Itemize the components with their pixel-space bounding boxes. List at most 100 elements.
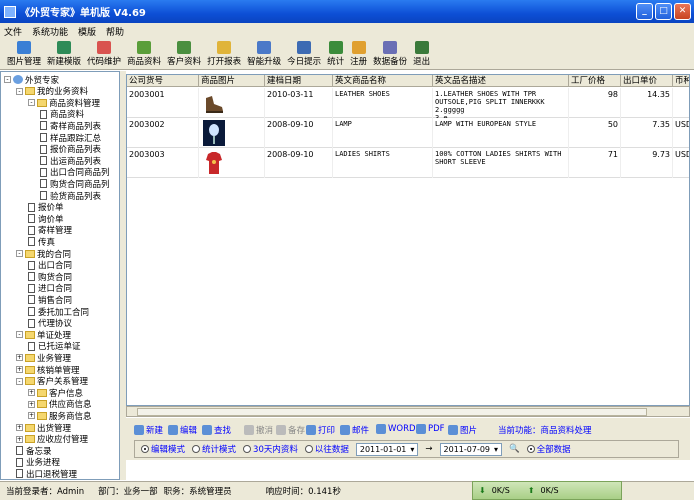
- print-button[interactable]: 打印: [306, 424, 335, 436]
- tree-item[interactable]: + 出货管理: [16, 422, 71, 434]
- tree-item[interactable]: + 服务商信息: [28, 410, 92, 422]
- tree-item[interactable]: 出口合同商品列: [40, 167, 110, 178]
- tree-item[interactable]: 备忘录: [16, 445, 52, 457]
- tree-item[interactable]: 寄样管理: [28, 225, 72, 236]
- table-row[interactable]: 2003001 2010-03-11 LEATHER SHOES 1.LEATHER …: [127, 88, 689, 118]
- table-row[interactable]: 2003002 2008-09-10 LAMP LAMP WITH EUROPEAN …: [127, 118, 689, 148]
- expand-icon[interactable]: +: [16, 435, 23, 443]
- tree-item[interactable]: 出口合同: [28, 260, 72, 271]
- toolbar-button-code-maintain[interactable]: 代码维护: [84, 39, 124, 69]
- toolbar-button-customer-data[interactable]: 客户资料: [164, 39, 204, 69]
- tree-item[interactable]: 销售合同: [28, 294, 72, 306]
- toolbar-button-backup[interactable]: 数据备份: [370, 39, 410, 69]
- expand-icon[interactable]: +: [16, 354, 23, 362]
- tree-item[interactable]: 购货合同商品列: [40, 178, 110, 190]
- expand-icon[interactable]: +: [28, 389, 35, 397]
- toolbar-button-exit[interactable]: 退出: [410, 39, 433, 69]
- new-button[interactable]: 新建: [134, 424, 163, 436]
- all-data-radio[interactable]: 全部数据: [526, 443, 571, 455]
- register-icon: [351, 41, 366, 54]
- horizontal-scrollbar[interactable]: [126, 406, 690, 417]
- tree-item[interactable]: 报价商品列表: [40, 144, 101, 155]
- tree-item[interactable]: + 应收应付管理: [16, 434, 88, 445]
- edit-button[interactable]: 编辑: [168, 424, 197, 436]
- column-header[interactable]: 币种: [673, 75, 689, 87]
- tree-item[interactable]: 购货合同: [28, 271, 72, 283]
- collapse-icon[interactable]: -: [4, 76, 11, 83]
- tree-item[interactable]: - 我的业务资料: [16, 86, 88, 97]
- minimize-button[interactable]: _: [636, 3, 653, 20]
- maximize-button[interactable]: □: [655, 3, 672, 20]
- menu-help[interactable]: 帮助: [106, 25, 124, 38]
- tree-item[interactable]: - 单证处理: [16, 329, 71, 341]
- column-header[interactable]: 英文商品名称: [333, 75, 433, 87]
- menu-system[interactable]: 系统功能: [32, 25, 68, 38]
- collapse-icon[interactable]: -: [16, 377, 23, 385]
- column-header[interactable]: 公司货号: [127, 75, 199, 87]
- tree-item[interactable]: + 核销单管理: [16, 364, 80, 376]
- toolbar-button-open-report[interactable]: 打开报表: [204, 39, 244, 69]
- column-header[interactable]: 出口单价: [621, 75, 673, 87]
- column-header[interactable]: 英文品名描述: [433, 75, 569, 87]
- toolbar-button-upgrade[interactable]: 智能升级: [244, 39, 284, 69]
- tree-item[interactable]: 报价单: [28, 202, 64, 213]
- expand-icon[interactable]: +: [28, 412, 35, 420]
- tree-item[interactable]: + 客户信息: [28, 387, 83, 399]
- tree-item[interactable]: 委托加工合同: [28, 306, 89, 318]
- tree-item[interactable]: 询价单: [28, 213, 64, 225]
- toolbar-button-register[interactable]: 注册: [347, 39, 370, 69]
- toolbar-button-image-manage[interactable]: 图片管理: [4, 39, 44, 69]
- toolbar-button-product-data[interactable]: 商品资料: [124, 39, 164, 69]
- column-header[interactable]: 工厂价格: [569, 75, 621, 87]
- recent30-radio[interactable]: 30天内资料: [243, 443, 298, 455]
- toolbar-button-today-tip[interactable]: 今日提示: [284, 39, 324, 69]
- word-button[interactable]: WORD: [376, 424, 416, 434]
- tree-item[interactable]: 样品跟踪汇总: [40, 132, 101, 144]
- column-header[interactable]: 商品图片: [199, 75, 265, 87]
- tree-item[interactable]: 验货商品列表: [40, 190, 101, 202]
- undo-button[interactable]: 撤消: [244, 424, 273, 436]
- tree-item[interactable]: - 客户关系管理: [16, 376, 88, 387]
- tree-item[interactable]: 业务进程: [16, 457, 60, 468]
- stats-mode-radio[interactable]: 统计模式: [192, 443, 236, 455]
- save-button[interactable]: 备存: [276, 424, 305, 436]
- tree-item[interactable]: + 供应商信息: [28, 399, 92, 410]
- tree-item[interactable]: 进口合同: [28, 283, 72, 294]
- date-from-picker[interactable]: 2011-01-01 ▾: [355, 442, 419, 456]
- tree-item[interactable]: - 商品资料管理: [28, 97, 100, 109]
- menu-file[interactable]: 文件: [4, 25, 22, 38]
- column-header[interactable]: 建档日期: [265, 75, 333, 87]
- search-icon[interactable]: 🔍: [509, 444, 520, 454]
- date-to-picker[interactable]: 2011-07-09 ▾: [439, 442, 503, 456]
- tree-item[interactable]: + 业务管理: [16, 352, 71, 364]
- collapse-icon[interactable]: -: [16, 331, 23, 339]
- tree-item[interactable]: 出口退税管理: [16, 468, 77, 479]
- tree-item[interactable]: 代理协议: [28, 318, 72, 329]
- description-line: 1.LEATHER SHOES WITH TPR: [435, 90, 537, 98]
- previous-radio[interactable]: 以往数据: [304, 443, 349, 455]
- picture-button[interactable]: 图片: [448, 424, 477, 436]
- tree-item[interactable]: 寄样商品列表: [40, 120, 101, 132]
- tree-item[interactable]: 已托运单证: [28, 341, 81, 352]
- tree-item[interactable]: 商品资料: [40, 109, 84, 120]
- mail-button[interactable]: 邮件: [340, 424, 369, 436]
- expand-icon[interactable]: +: [28, 400, 35, 408]
- menu-template[interactable]: 模版: [78, 25, 96, 38]
- collapse-icon[interactable]: -: [16, 87, 23, 95]
- pdf-button[interactable]: PDF: [416, 424, 445, 434]
- tree-item[interactable]: 传真: [28, 236, 55, 248]
- collapse-icon[interactable]: -: [16, 250, 23, 257]
- toolbar-button-statistics[interactable]: 统计: [324, 39, 347, 69]
- find-button[interactable]: 查找: [202, 424, 231, 436]
- toolbar-button-new-template[interactable]: 新建模版: [44, 39, 84, 69]
- tree-item[interactable]: - 外贸专家: [4, 74, 59, 86]
- scroll-thumb[interactable]: [137, 408, 647, 416]
- table-row[interactable]: 2003003 2008-09-10 LADIES SHIRTS 100% COTTO…: [127, 148, 689, 178]
- tree-item[interactable]: 出运商品列表: [40, 155, 101, 167]
- tree-item[interactable]: - 我的合同: [16, 248, 71, 260]
- expand-icon[interactable]: +: [16, 424, 23, 431]
- collapse-icon[interactable]: -: [28, 99, 35, 107]
- close-button[interactable]: ✕: [674, 3, 691, 20]
- expand-icon[interactable]: +: [16, 366, 23, 373]
- edit-mode-radio[interactable]: 编辑模式: [141, 443, 185, 455]
